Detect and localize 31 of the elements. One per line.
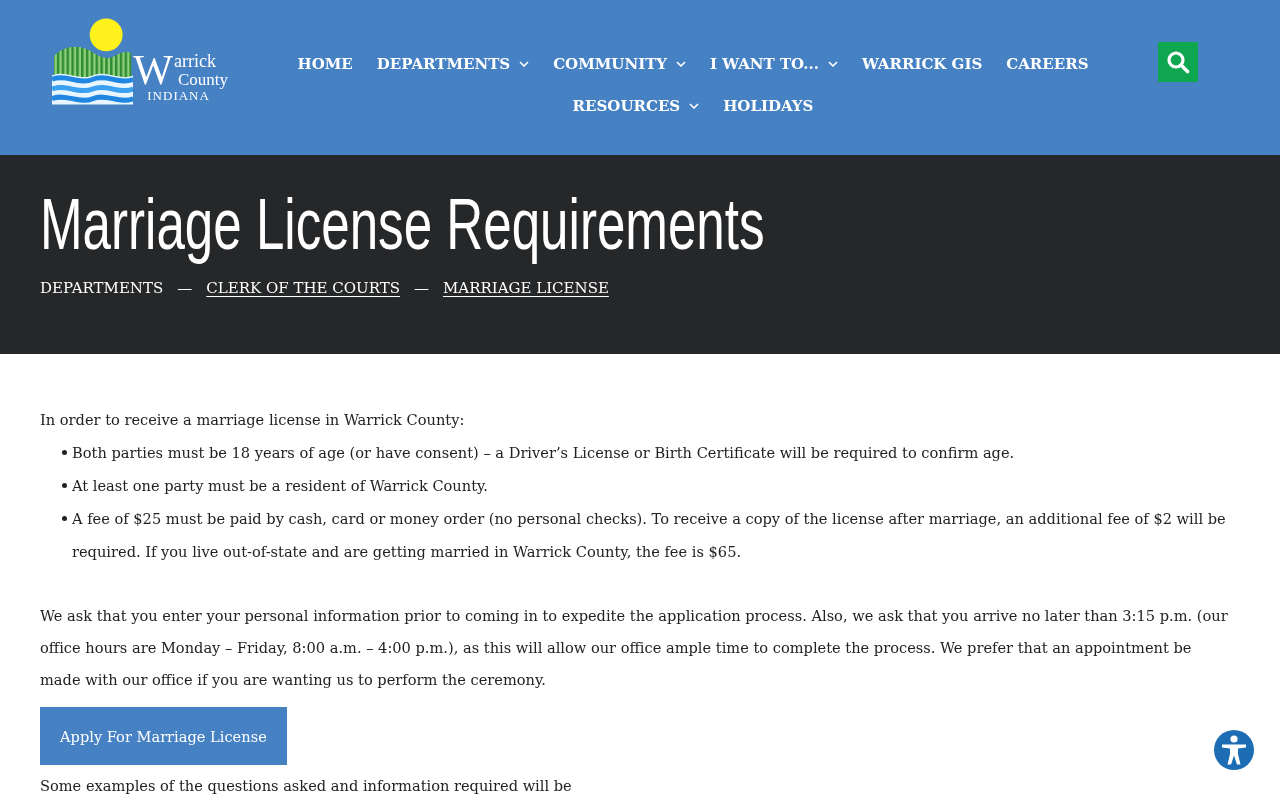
search-icon	[1166, 50, 1190, 74]
breadcrumb-separator: —	[413, 279, 429, 297]
chevron-down-icon	[676, 61, 687, 67]
intro-text: In order to receive a marriage license in Warrick County:	[40, 410, 466, 430]
nav-link[interactable]: RESOURCES	[560, 85, 712, 127]
breadcrumb-text: DEPARTMENTS	[40, 279, 164, 297]
list-item-text: At least one party must be a resident of Warrick County.	[72, 476, 489, 496]
list-item-text: A fee of $25 must be paid by cash, card or money order (no personal checks). To receive a copy of the license after marriage, an additional fee of $2 will be required. If you live out-of-state and are getting married in Warrick County, the fee is $65.	[72, 509, 1227, 562]
accessibility-icon	[1221, 735, 1247, 765]
chevron-down-icon	[519, 61, 530, 67]
paragraph-text: Some examples of the questions asked and information required will be	[40, 776, 573, 796]
paragraph-text: We ask that you enter your personal information prior to coming in to expedite the application process. Also, we ask that you arrive no later than 3:15 p.m. (our office hours are Monday – Friday, 8:00 a.m. – 4:00 p.m.), as this will allow our office ample time to complete the process. We prefer that an appointment be made with our office if you are wanting us to perform the ceremony.	[40, 606, 1229, 690]
nav-link[interactable]: I WANT TO...	[698, 43, 850, 85]
nav-link[interactable]: COMMUNITY	[541, 43, 699, 85]
nav-link[interactable]: WARRICK GIS	[849, 43, 995, 85]
nav-link[interactable]: CAREERS	[994, 43, 1101, 85]
chevron-down-icon	[689, 103, 700, 109]
nav-link[interactable]: DEPARTMENTS	[364, 43, 542, 85]
bullet-icon	[62, 483, 67, 488]
breadcrumb-separator: —	[177, 279, 193, 297]
apply-button[interactable]: Apply For Marriage License	[40, 707, 287, 765]
nav-link[interactable]: HOLIDAYS	[711, 85, 826, 127]
breadcrumb-link[interactable]: CLERK OF THE COURTS	[206, 279, 400, 297]
chevron-down-icon	[827, 61, 838, 67]
search-button[interactable]	[1158, 42, 1198, 82]
nav-link[interactable]: HOME	[285, 43, 365, 85]
list-item-text: Both parties must be 18 years of age (or have consent) – a Driver’s License or Birth Certificate will be required to confirm age.	[72, 443, 1016, 463]
bullet-icon	[62, 516, 67, 521]
accessibility-button[interactable]	[1214, 730, 1254, 770]
bullet-icon	[62, 450, 67, 455]
breadcrumb-link[interactable]: MARRIAGE LICENSE	[442, 279, 609, 297]
